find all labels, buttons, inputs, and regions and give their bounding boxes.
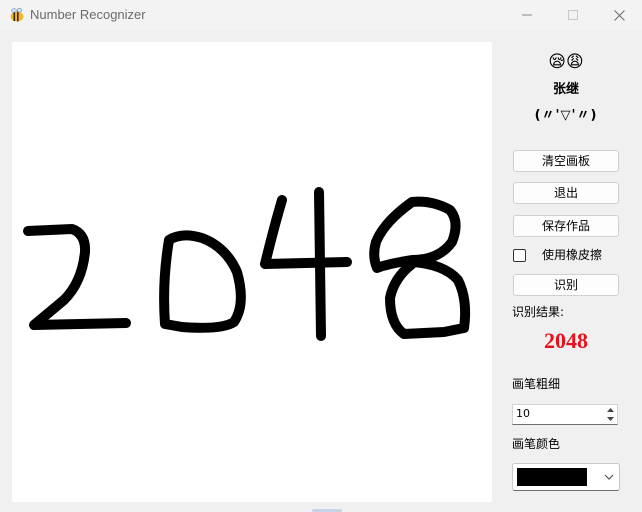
eraser-toggle[interactable]: 使用橡皮擦 <box>512 246 632 264</box>
exit-button[interactable]: 退出 <box>513 182 619 204</box>
ink-stroke <box>159 230 246 333</box>
pen-size-label: 画笔粗细 <box>512 377 561 391</box>
spin-buttons[interactable] <box>604 406 616 423</box>
maximize-icon <box>568 10 578 20</box>
pen-color-select[interactable] <box>512 463 620 491</box>
emoji-decoration: 😪😩 <box>548 52 584 72</box>
author-name: 张继 <box>552 82 579 97</box>
ink-stroke <box>314 187 326 341</box>
eraser-checkbox[interactable] <box>513 249 526 262</box>
save-button[interactable]: 保存作品 <box>513 215 619 237</box>
control-panel: 😪😩 张继 (〃'▽'〃) 清空画板 退出 保存作品 使用橡皮擦 识别 识别结果… <box>500 42 642 512</box>
window-title: Number Recognizer <box>30 7 146 22</box>
spin-up-icon[interactable] <box>604 406 616 414</box>
drawing-canvas[interactable] <box>12 42 492 502</box>
close-button[interactable] <box>596 0 642 30</box>
maximize-button[interactable] <box>550 0 596 30</box>
pen-size-spinbox[interactable]: 10 <box>512 404 618 425</box>
clear-canvas-button[interactable]: 清空画板 <box>513 150 619 172</box>
bee-icon <box>9 7 25 23</box>
minimize-icon <box>522 14 532 16</box>
pen-size-value: 10 <box>516 407 530 420</box>
eraser-label: 使用橡皮擦 <box>542 248 603 262</box>
pen-color-label: 画笔颜色 <box>512 437 561 451</box>
close-icon <box>613 9 625 21</box>
ink-stroke <box>260 195 352 269</box>
kaomoji-text: (〃'▽'〃) <box>534 108 598 123</box>
result-label: 识别结果: <box>512 305 565 319</box>
minimize-button[interactable] <box>504 0 550 30</box>
ink-stroke <box>23 224 131 330</box>
result-value: 2048 <box>544 328 588 353</box>
title-bar: Number Recognizer <box>0 0 642 30</box>
recognize-button[interactable]: 识别 <box>513 274 619 296</box>
color-swatch <box>517 468 587 486</box>
ink-stroke <box>385 257 471 339</box>
chevron-down-icon <box>603 471 615 483</box>
spin-down-icon[interactable] <box>604 415 616 423</box>
